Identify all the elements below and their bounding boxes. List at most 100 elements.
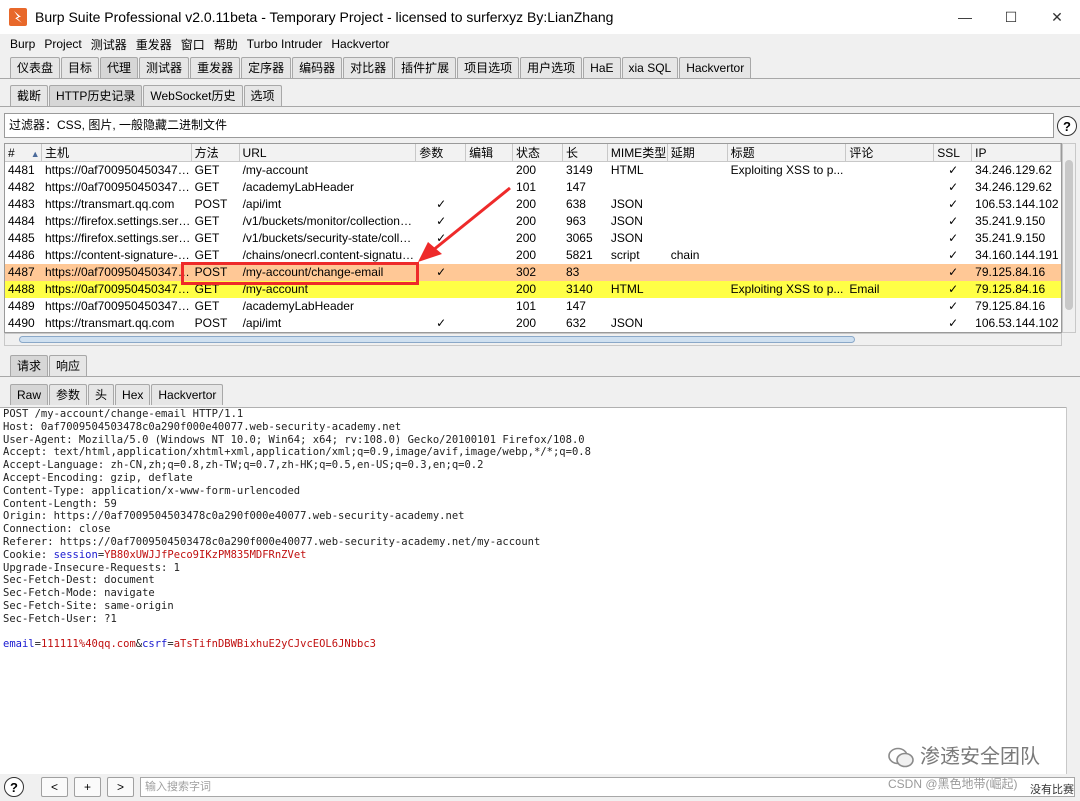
raw-request-text[interactable]: POST /my-account/change-email HTTP/1.1 H… <box>0 408 1066 651</box>
tab-view-hackvertor[interactable]: Hackvertor <box>151 384 224 405</box>
menu-help[interactable]: 帮助 <box>214 36 238 53</box>
next-match-button[interactable]: > <box>107 777 134 797</box>
cell-comment <box>846 179 934 196</box>
tab-comparer[interactable]: 对比器 <box>343 57 394 78</box>
tab-dashboard[interactable]: 仪表盘 <box>10 57 61 78</box>
table-row[interactable]: 4488 https://0af7009504503478... GET/my-ac… <box>5 281 1061 298</box>
tab-params[interactable]: 参数 <box>49 384 88 405</box>
menu-repeater[interactable]: 重发器 <box>136 36 172 53</box>
cell-host: https://transmart.qq.com <box>44 316 175 330</box>
maximize-icon[interactable]: ☐ <box>988 0 1034 34</box>
tab-intruder[interactable]: 测试器 <box>139 57 190 78</box>
tab-hackvertor[interactable]: Hackvertor <box>679 57 752 78</box>
table-row[interactable]: 4483 https://transmart.qq.com POST/api/imt… <box>5 196 1061 213</box>
tab-hae[interactable]: HaE <box>583 57 621 78</box>
tab-project-options[interactable]: 项目选项 <box>457 57 520 78</box>
table-row[interactable]: 4484 https://firefox.settings.serv... GET /… <box>5 213 1061 230</box>
table-row[interactable]: 4485 https://firefox.settings.serv... GET /… <box>5 230 1061 247</box>
tab-raw[interactable]: Raw <box>10 384 49 405</box>
cell-host: https://transmart.qq.com <box>44 197 175 211</box>
menu-hackvertor[interactable]: Hackvertor <box>331 37 389 51</box>
menu-window[interactable]: 窗口 <box>181 36 205 53</box>
col-header-id[interactable]: # ▲ <box>5 144 42 161</box>
table-horizontal-scrollbar[interactable] <box>4 333 1062 346</box>
tab-proxy[interactable]: 代理 <box>100 57 139 78</box>
col-header-title[interactable]: 标题 <box>728 144 847 161</box>
tab-extender[interactable]: 插件扩展 <box>394 57 457 78</box>
hscroll-thumb[interactable] <box>19 336 855 343</box>
table-row[interactable]: 4489 https://0af7009504503478... GET/acade… <box>5 298 1061 315</box>
tab-repeater[interactable]: 重发器 <box>190 57 241 78</box>
tab-decoder[interactable]: 编码器 <box>292 57 343 78</box>
raw-request-editor[interactable]: POST /my-account/change-email HTTP/1.1 H… <box>0 407 1066 774</box>
col-header-length[interactable]: 长 <box>563 144 608 161</box>
cell-title: Exploiting XSS to p... <box>730 282 844 296</box>
bottom-help-icon[interactable]: ? <box>4 777 24 797</box>
cell-url: /my-account <box>242 163 308 177</box>
prev-match-button[interactable]: < <box>41 777 68 797</box>
cell-status: 200 <box>516 231 537 245</box>
cell-status: 200 <box>516 316 537 330</box>
table-row[interactable]: 4490 https://transmart.qq.com POST/api/imt… <box>5 315 1061 332</box>
request-line: Upgrade-Insecure-Requests: 1 <box>3 561 181 574</box>
cell-ip: 34.246.129.62 <box>975 180 1052 194</box>
tab-sequencer[interactable]: 定序器 <box>241 57 292 78</box>
tab-user-options[interactable]: 用户选项 <box>520 57 583 78</box>
col-header-host[interactable]: 主机 <box>42 144 192 161</box>
col-header-edited[interactable]: 编辑 <box>466 144 514 161</box>
tab-http-history[interactable]: HTTP历史记录 <box>49 85 143 106</box>
table-vertical-scrollbar[interactable] <box>1062 143 1076 333</box>
table-row[interactable]: 4482 https://0af7009504503478... GET/acade… <box>5 179 1061 196</box>
body-param-csrf-key: csrf <box>142 638 168 651</box>
cell-mime <box>608 298 668 315</box>
tab-intercept[interactable]: 截断 <box>10 85 49 106</box>
cell-mime <box>608 179 668 196</box>
cell-ip: 35.241.9.150 <box>975 214 1046 228</box>
table-row[interactable]: 4486 https://content-signature-2... GET/ch… <box>5 247 1061 264</box>
cell-edited <box>466 315 513 332</box>
add-button[interactable]: + <box>74 777 101 797</box>
tab-hex[interactable]: Hex <box>115 384 151 405</box>
cell-params <box>416 162 466 179</box>
menu-turbo-intruder[interactable]: Turbo Intruder <box>247 37 323 51</box>
menu-intruder[interactable]: 测试器 <box>91 36 127 53</box>
col-header-ip[interactable]: IP <box>972 144 1061 161</box>
cell-ssl: ✓ <box>948 299 959 313</box>
tab-headers[interactable]: 头 <box>88 384 115 405</box>
help-icon[interactable]: ? <box>1057 116 1077 136</box>
tab-target[interactable]: 目标 <box>61 57 100 78</box>
cell-url: /api/imt <box>242 316 282 330</box>
table-row[interactable]: 4487 https://0af7009504503478... POST/my-a… <box>5 264 1061 281</box>
menu-burp[interactable]: Burp <box>10 37 35 51</box>
tab-websocket-history[interactable]: WebSocket历史 <box>143 85 243 106</box>
scroll-thumb[interactable] <box>1065 160 1073 310</box>
cell-method: GET <box>194 231 220 245</box>
editor-scrollbar[interactable] <box>1066 407 1080 774</box>
tab-proxy-options[interactable]: 选项 <box>243 85 282 106</box>
col-header-status[interactable]: 状态 <box>513 144 563 161</box>
menu-project[interactable]: Project <box>44 37 81 51</box>
minimize-icon[interactable]: — <box>942 0 988 34</box>
cell-length: 147 <box>565 299 586 313</box>
cell-title <box>728 264 847 281</box>
tab-xia-sql[interactable]: xia SQL <box>621 57 679 78</box>
cell-url: /v1/buckets/monitor/collections/... <box>242 214 417 228</box>
cell-mime <box>608 264 668 281</box>
cell-ssl: ✓ <box>948 197 959 211</box>
filter-bar[interactable]: 过滤器：CSS, 图片, 一般隐藏二进制文件 <box>4 113 1054 138</box>
table-row[interactable]: 4481 https://0af7009504503478... GET/my-ac… <box>5 162 1061 179</box>
col-header-ssl[interactable]: SSL <box>934 144 973 161</box>
close-icon[interactable]: ✕ <box>1034 0 1080 34</box>
cell-params <box>416 247 466 264</box>
request-line: Referer: https://0af7009504503478c0a290f… <box>3 535 541 548</box>
tab-request[interactable]: 请求 <box>10 355 49 376</box>
col-header-url[interactable]: URL <box>240 144 417 161</box>
col-header-mime[interactable]: MIME类型 <box>608 144 668 161</box>
col-header-comment[interactable]: 评论 <box>846 144 935 161</box>
tab-response[interactable]: 响应 <box>49 355 88 376</box>
col-header-params[interactable]: 参数 <box>416 144 467 161</box>
col-header-method[interactable]: 方法 <box>192 144 240 161</box>
cell-title <box>728 298 847 315</box>
col-header-extension[interactable]: 延期 <box>668 144 728 161</box>
cell-comment <box>846 162 934 179</box>
